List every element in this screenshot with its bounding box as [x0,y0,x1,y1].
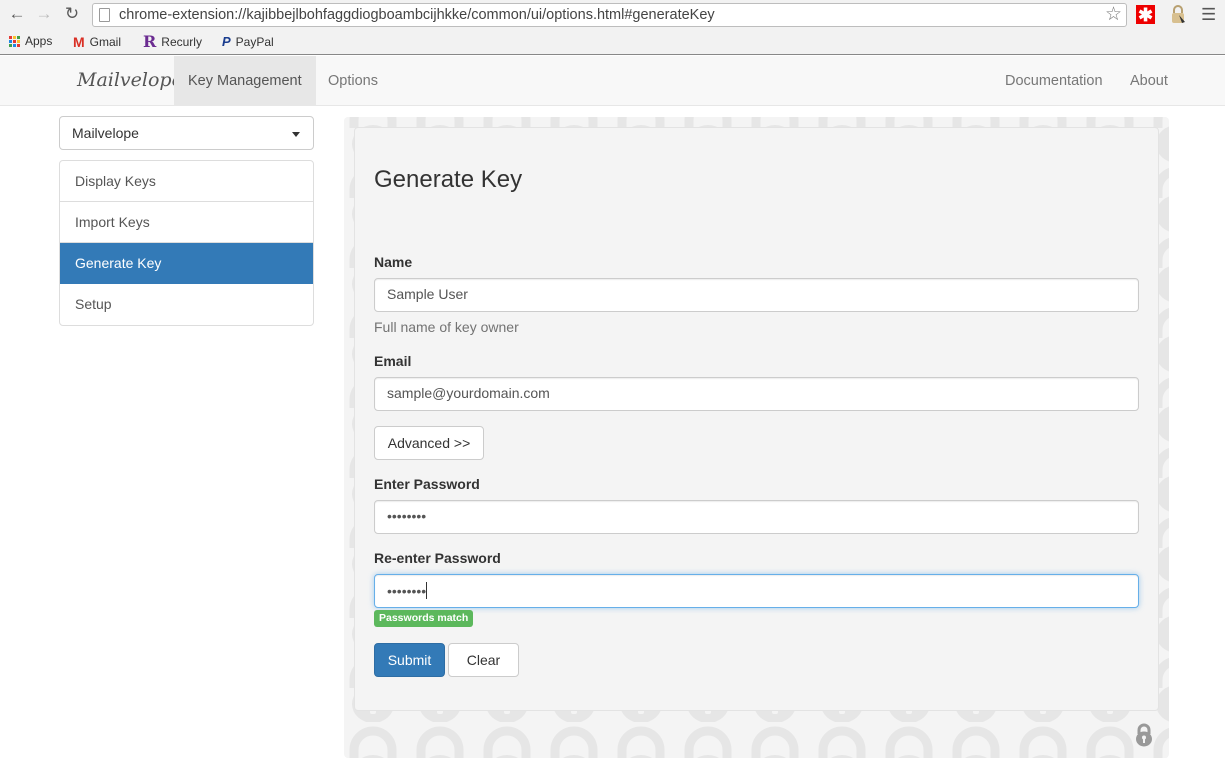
page-title: Generate Key [374,166,523,193]
gmail-icon: M [73,34,85,50]
sidebar-item-display-keys[interactable]: Display Keys [60,161,313,202]
bookmark-apps[interactable]: Apps [9,34,52,48]
url-text[interactable]: chrome-extension://kajibbejlbohfaggdiogb… [119,7,715,23]
keyring-select[interactable]: Mailvelope [59,116,314,150]
forward-arrow-icon[interactable]: → [34,4,54,24]
nav-documentation[interactable]: Documentation [991,56,1117,106]
keyring-select-value: Mailvelope [72,125,139,141]
apps-grid-icon [9,35,20,47]
name-label: Name [374,254,413,270]
bookmark-label: Apps [25,34,53,48]
mailvelope-lock-icon[interactable] [1170,5,1186,24]
repassword-input[interactable]: •••••••• [374,574,1139,608]
password-input-value: •••••••• [387,508,427,524]
recurly-icon: R [143,32,157,51]
password-input[interactable]: •••••••• [374,500,1139,534]
sidebar-item-generate-key[interactable]: Generate Key [60,243,313,284]
bookmarks-bar: Apps M Gmail R Recurly P PayPal [0,30,1225,55]
caret-down-icon [292,132,300,137]
paypal-icon: P [222,34,231,49]
lastpass-icon[interactable]: ✱ [1136,5,1155,25]
advanced-button[interactable]: Advanced >> [374,426,484,460]
email-label: Email [374,353,412,369]
bookmark-gmail[interactable]: M Gmail [73,34,121,50]
nav-key-management[interactable]: Key Management [174,56,316,106]
bookmark-label: PayPal [235,34,274,49]
repassword-label: Re-enter Password [374,550,501,566]
bookmark-label: Gmail [89,35,122,49]
back-arrow-icon[interactable]: ← [7,4,27,24]
name-help-text: Full name of key owner [374,319,519,335]
repassword-input-value: •••••••• [387,583,427,599]
browser-toolbar: ← → ↻ chrome-extension://kajibbejlbohfag… [0,0,1225,30]
clear-button[interactable]: Clear [448,643,519,677]
generate-key-panel: Generate Key Name Sample User Full name … [354,127,1159,711]
submit-button[interactable]: Submit [374,643,445,677]
lock-icon [1136,723,1152,747]
nav-options[interactable]: Options [314,56,392,106]
chrome-menu-icon[interactable]: ☰ [1201,5,1216,25]
address-bar[interactable]: chrome-extension://kajibbejlbohfaggdiogb… [92,3,1127,27]
reload-icon[interactable]: ↻ [62,4,82,24]
name-input[interactable]: Sample User [374,278,1139,312]
bookmark-star-icon[interactable]: ☆ [1105,3,1122,26]
app-navbar: Mailvelope Key Management Options Docume… [0,56,1225,106]
name-input-value: Sample User [387,286,468,302]
bookmark-paypal[interactable]: P PayPal [222,34,274,49]
bookmark-label: Recurly [161,34,202,49]
password-label: Enter Password [374,476,480,492]
sidebar-menu: Display Keys Import Keys Generate Key Se… [59,160,314,326]
text-cursor [426,582,428,599]
passwords-match-badge: Passwords match [374,610,474,627]
email-input[interactable]: sample@yourdomain.com [374,377,1139,411]
email-input-value: sample@yourdomain.com [387,385,550,401]
page-icon [99,8,110,22]
bookmark-recurly[interactable]: R Recurly [143,32,202,51]
nav-about[interactable]: About [1116,56,1182,106]
sidebar-item-import-keys[interactable]: Import Keys [60,202,313,243]
brand-logo[interactable]: Mailvelope [77,69,183,91]
sidebar-item-setup[interactable]: Setup [60,284,313,325]
